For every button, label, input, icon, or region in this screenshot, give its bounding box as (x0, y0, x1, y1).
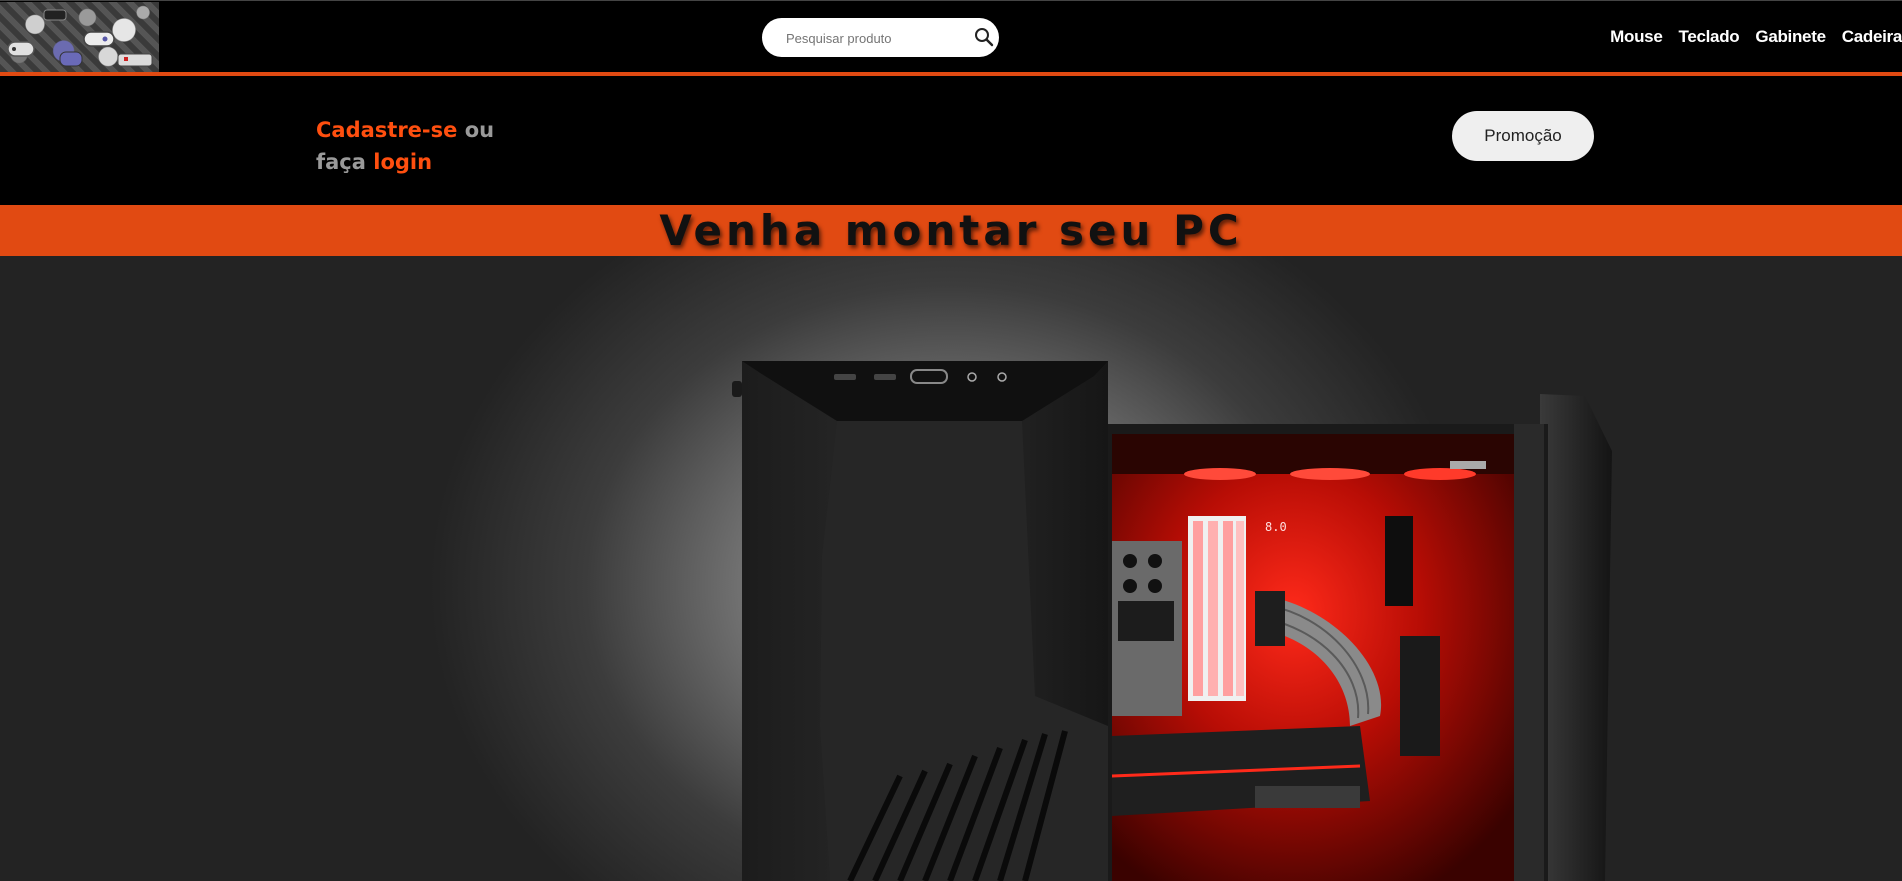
pc-gaming-case-image: 8.0 (732, 361, 1612, 881)
account-strip: Cadastre-se ou faça login Promoção (0, 76, 1902, 205)
search-input[interactable] (784, 27, 964, 49)
nav-link-cadeira[interactable]: Cadeira (1842, 27, 1902, 47)
svg-text:8.0: 8.0 (1265, 520, 1287, 534)
signup-link[interactable]: Cadastre-se (316, 118, 457, 142)
search-icon[interactable] (973, 26, 995, 48)
top-navbar: Mouse Teclado Gabinete Cadeira (0, 0, 1902, 72)
or-text: ou (457, 118, 495, 142)
promo-button[interactable]: Promoção (1452, 111, 1594, 161)
do-text: faça (316, 150, 374, 174)
main-nav: Mouse Teclado Gabinete Cadeira (1610, 27, 1902, 47)
login-link[interactable]: login (373, 150, 432, 174)
search-bar (762, 18, 999, 57)
nav-link-teclado[interactable]: Teclado (1679, 27, 1740, 47)
banner: Venha montar seu PC (0, 205, 1902, 256)
auth-prompt: Cadastre-se ou faça login (316, 114, 494, 178)
hero: 8.0 (0, 256, 1902, 881)
nav-link-gabinete[interactable]: Gabinete (1755, 27, 1826, 47)
nav-link-mouse[interactable]: Mouse (1610, 27, 1663, 47)
gaming-controllers-logo-icon (7, 9, 153, 67)
logo[interactable] (0, 2, 159, 72)
banner-title: Venha montar seu PC (659, 206, 1243, 255)
